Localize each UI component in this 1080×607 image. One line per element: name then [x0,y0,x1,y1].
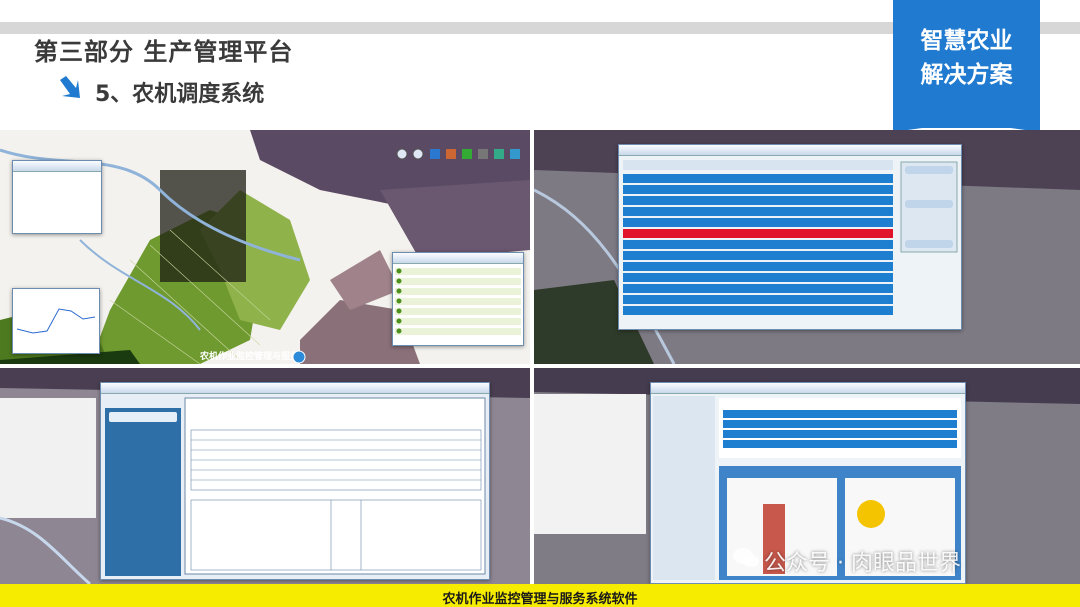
badge-line-1: 智慧农业 [920,28,1013,54]
solution-badge: 智慧农业 解决方案 [893,0,1040,128]
footer-bar: 农机作业监控管理与服务系统软件 [0,584,1080,607]
task-list-window[interactable] [618,144,962,330]
map-toolbar[interactable] [394,146,524,162]
footer-caption: 农机作业监控管理与服务系统软件 [442,592,638,607]
badge-line-2: 解决方案 [920,62,1013,88]
map-panel-1: 农机作业监控管理与服务 [0,130,530,364]
job-record-window[interactable] [100,382,490,580]
job-form-panel [0,368,530,584]
layer-tree-panel[interactable] [12,160,102,234]
globe-icon [292,350,306,364]
layer-tree-title [13,161,101,172]
task-table-panel [534,130,1080,364]
app-name-label: 农机作业监控管理与服务 [200,352,300,362]
arrow-down-right-icon [60,76,80,98]
vehicle-list-window[interactable] [392,252,524,346]
wechat-icon [733,548,759,567]
screenshot-grid: 农机作业监控管理与服务 [0,130,1080,584]
section-title: 第三部分 生产管理平台 [34,38,294,66]
chart-panel[interactable] [12,288,100,354]
subtitle: 5、农机调度系统 [95,82,265,107]
watermark-text: 公众号 · 肉眼品世界 [764,551,961,576]
